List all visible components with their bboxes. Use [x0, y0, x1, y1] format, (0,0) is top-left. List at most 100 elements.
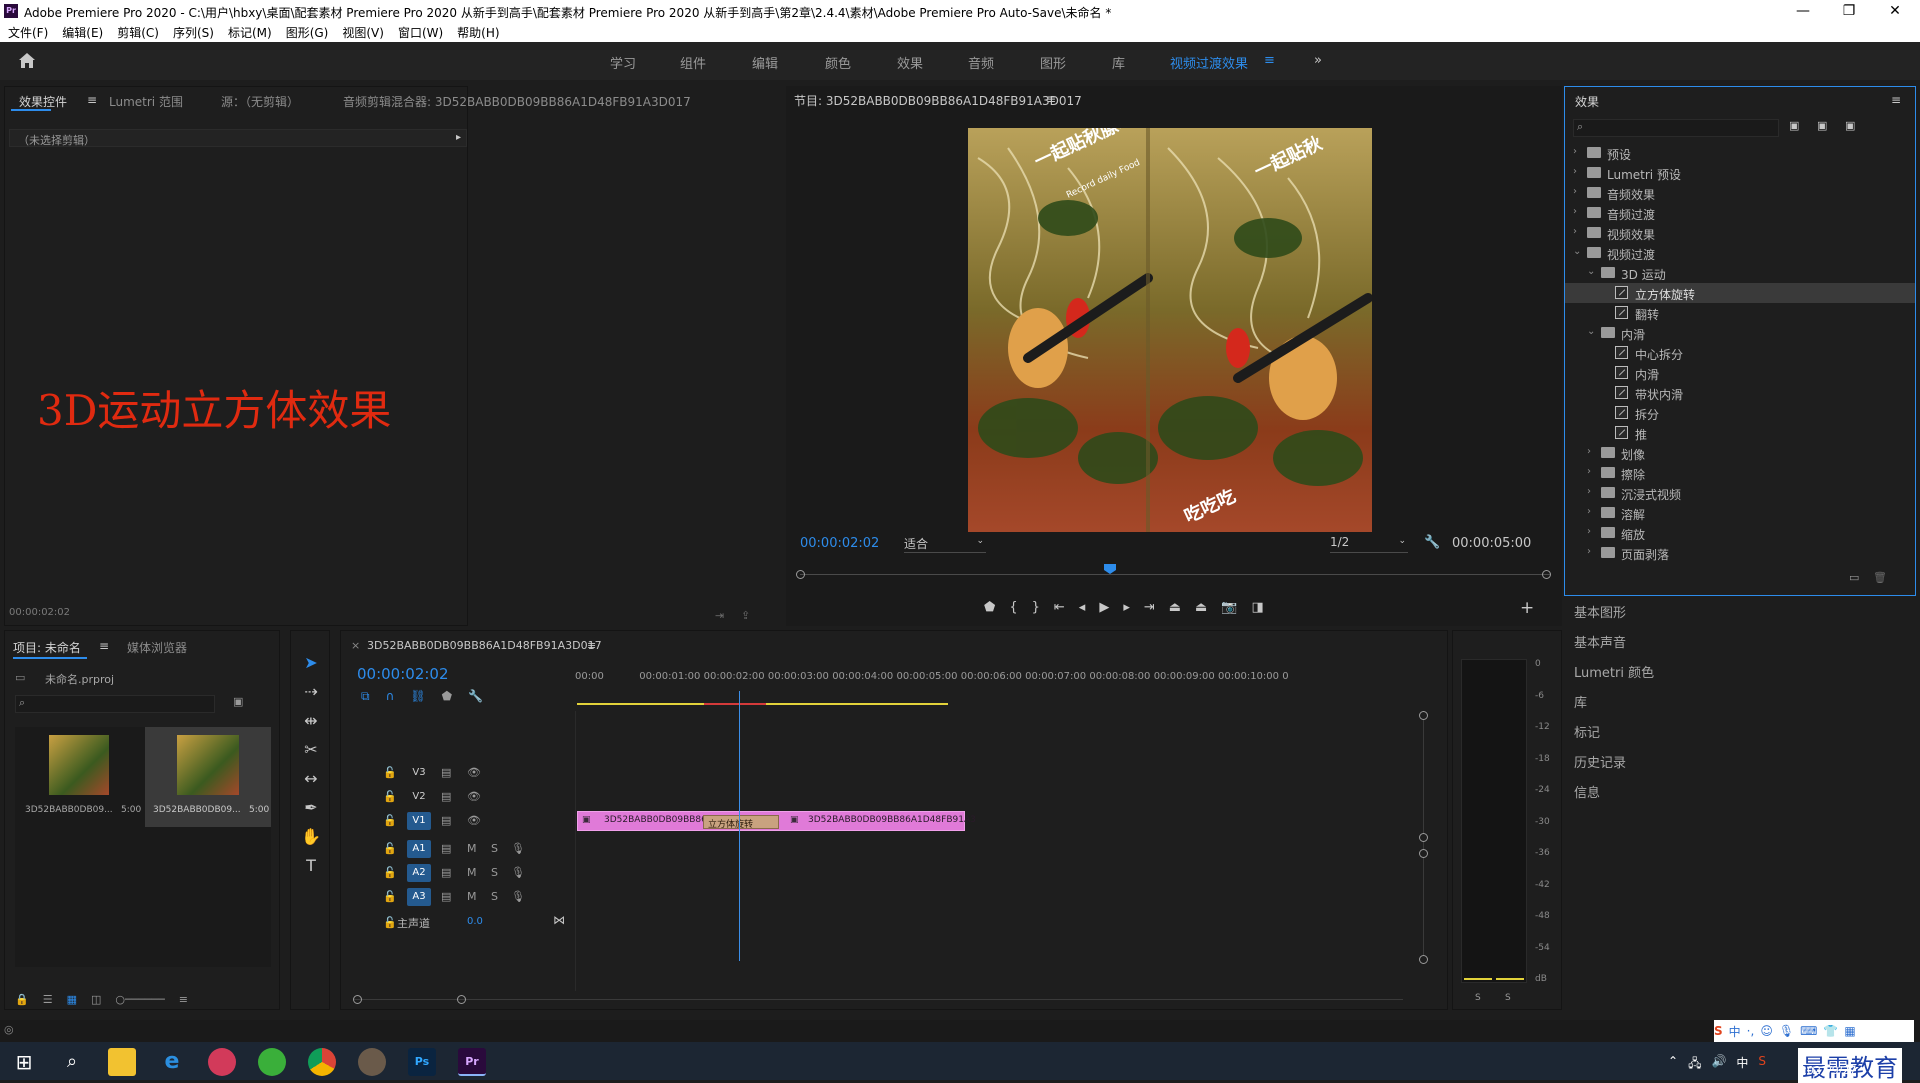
- effects-tree-item[interactable]: › 页面剥落: [1565, 543, 1915, 563]
- lock-icon[interactable]: 🔓: [383, 814, 397, 827]
- scroll-handle[interactable]: [1419, 955, 1428, 964]
- effects-search-input[interactable]: ⌕: [1573, 119, 1779, 137]
- panel-markers[interactable]: 标记: [1574, 722, 1600, 741]
- sync-lock-icon[interactable]: ▤: [441, 842, 451, 855]
- solo-button[interactable]: S: [491, 890, 498, 903]
- chevron-right-icon[interactable]: ›: [1587, 526, 1591, 537]
- mute-button[interactable]: M: [467, 842, 477, 855]
- ripple-edit-tool-icon[interactable]: ⇹: [304, 711, 317, 730]
- expand-arrow-icon[interactable]: ▸: [456, 132, 461, 143]
- panel-history[interactable]: 历史记录: [1574, 752, 1626, 771]
- chevron-down-icon[interactable]: ⌄: [1587, 326, 1595, 337]
- step-back-icon[interactable]: ◂: [1079, 600, 1086, 620]
- solo-button[interactable]: S: [491, 866, 498, 879]
- track-label[interactable]: V2: [407, 788, 431, 806]
- lift-icon[interactable]: ⏏: [1169, 600, 1181, 620]
- chevron-right-icon[interactable]: ›: [1573, 206, 1577, 217]
- tab-source[interactable]: 源：（无剪辑）: [221, 93, 299, 110]
- solo-right-button[interactable]: S: [1505, 993, 1511, 1003]
- chevron-right-icon[interactable]: ›: [1587, 506, 1591, 517]
- add-marker-icon[interactable]: ⬟: [442, 689, 452, 704]
- go-to-out-icon[interactable]: ⇥: [1144, 600, 1155, 620]
- network-icon[interactable]: 🖧: [1688, 1054, 1701, 1075]
- workspace-assembly[interactable]: 组件: [680, 53, 706, 72]
- effects-tree-item[interactable]: 推: [1565, 423, 1915, 443]
- track-select-tool-icon[interactable]: ⇢: [304, 682, 317, 701]
- workspace-editing[interactable]: 编辑: [752, 53, 778, 72]
- program-timecode[interactable]: 00:00:02:02: [800, 536, 879, 551]
- home-icon[interactable]: [18, 52, 36, 69]
- eye-icon[interactable]: 👁: [467, 790, 481, 803]
- menu-view[interactable]: 视图(V): [342, 24, 384, 41]
- panel-info[interactable]: 信息: [1574, 782, 1600, 801]
- app-avatar-icon[interactable]: [358, 1048, 386, 1076]
- extract-icon[interactable]: ⏏: [1195, 600, 1207, 620]
- mute-button[interactable]: M: [467, 866, 477, 879]
- lock-icon[interactable]: 🔓: [383, 890, 397, 903]
- sync-lock-icon[interactable]: ▤: [441, 766, 451, 779]
- workspace-libraries[interactable]: 库: [1112, 53, 1125, 72]
- close-button[interactable]: ✕: [1872, 0, 1918, 22]
- effects-tree-item[interactable]: › 划像: [1565, 443, 1915, 463]
- tab-effect-controls[interactable]: 效果控件: [19, 93, 67, 110]
- lock-icon[interactable]: 🔓: [383, 916, 397, 929]
- workspace-graphics[interactable]: 图形: [1040, 53, 1066, 72]
- effects-tree-item[interactable]: › 音频过渡: [1565, 203, 1915, 223]
- menu-sequence[interactable]: 序列(S): [173, 24, 214, 41]
- menu-file[interactable]: 文件(F): [8, 24, 48, 41]
- app-green-icon[interactable]: [258, 1048, 286, 1076]
- mark-out-icon[interactable]: }: [1032, 600, 1040, 620]
- workspace-effects[interactable]: 效果: [897, 53, 923, 72]
- track-label[interactable]: V3: [407, 764, 431, 782]
- tab-media-browser[interactable]: 媒体浏览器: [127, 639, 187, 656]
- step-forward-icon[interactable]: ▸: [1123, 600, 1130, 620]
- hand-tool-icon[interactable]: ✋: [301, 827, 321, 846]
- project-menu-icon[interactable]: ≡: [99, 639, 109, 653]
- search-icon[interactable]: ⌕: [58, 1048, 86, 1076]
- mark-in-icon[interactable]: {: [1009, 600, 1017, 620]
- panel-essential-graphics[interactable]: 基本图形: [1574, 602, 1626, 621]
- chevron-right-icon[interactable]: ›: [1573, 166, 1577, 177]
- scrubber-start-handle[interactable]: [796, 570, 805, 579]
- lock-icon[interactable]: 🔓: [383, 866, 397, 879]
- skin-icon[interactable]: 👕: [1823, 1024, 1838, 1038]
- sync-lock-icon[interactable]: ▤: [441, 814, 451, 827]
- scrubber-end-handle[interactable]: [1542, 570, 1551, 579]
- tab-project[interactable]: 项目: 未命名: [13, 639, 81, 656]
- razor-tool-icon[interactable]: ✂: [304, 740, 317, 759]
- track-label[interactable]: V1: [407, 812, 431, 830]
- sync-lock-icon[interactable]: ▤: [441, 890, 451, 903]
- lock-icon[interactable]: 🔓: [383, 842, 397, 855]
- effects-tree-item[interactable]: › 音频效果: [1565, 183, 1915, 203]
- microphone-icon[interactable]: 🎙: [511, 890, 525, 903]
- list-view-icon[interactable]: ☰: [43, 993, 53, 1007]
- zoom-handle-right[interactable]: [457, 995, 466, 1004]
- effects-tree-item[interactable]: 中心拆分: [1565, 343, 1915, 363]
- chevron-right-icon[interactable]: ›: [1573, 146, 1577, 157]
- fit-dropdown[interactable]: 适合 ⌄: [904, 535, 986, 553]
- close-sequence-icon[interactable]: ×: [351, 639, 360, 652]
- microphone-icon[interactable]: 🎙: [1779, 1024, 1794, 1038]
- panel-lumetri-color[interactable]: Lumetri 颜色: [1574, 662, 1654, 681]
- project-clip-item[interactable]: 3D52BABB0DB09... 5:00: [17, 727, 141, 827]
- effects-tree-item[interactable]: ⌄ 内滑: [1565, 323, 1915, 343]
- tab-menu-icon[interactable]: ≡: [87, 93, 97, 107]
- menu-graphics[interactable]: 图形(G): [286, 24, 329, 41]
- workspace-video-transitions[interactable]: 视频过渡效果: [1170, 53, 1248, 72]
- sogou-icon[interactable]: S: [1714, 1024, 1723, 1038]
- timeline-settings-icon[interactable]: 🔧: [468, 689, 483, 704]
- grid-icon[interactable]: ▦: [1844, 1024, 1855, 1038]
- emoji-icon[interactable]: ☺: [1760, 1024, 1773, 1038]
- eye-icon[interactable]: 👁: [467, 766, 481, 779]
- new-bin-icon[interactable]: ▣: [233, 695, 243, 708]
- chevron-right-icon[interactable]: ›: [1587, 486, 1591, 497]
- panel-libraries[interactable]: 库: [1574, 692, 1587, 711]
- effects-tree-item[interactable]: › 沉浸式视频: [1565, 483, 1915, 503]
- chevron-right-icon[interactable]: ›: [1573, 186, 1577, 197]
- photoshop-icon[interactable]: Ps: [408, 1048, 436, 1076]
- premiere-icon[interactable]: Pr: [458, 1048, 486, 1076]
- filter-icon[interactable]: ⇥: [715, 609, 724, 622]
- punctuation-icon[interactable]: ·,: [1747, 1024, 1755, 1038]
- project-clip-item-selected[interactable]: 3D52BABB0DB09... 5:00: [145, 727, 271, 827]
- lock-icon[interactable]: 🔓: [383, 790, 397, 803]
